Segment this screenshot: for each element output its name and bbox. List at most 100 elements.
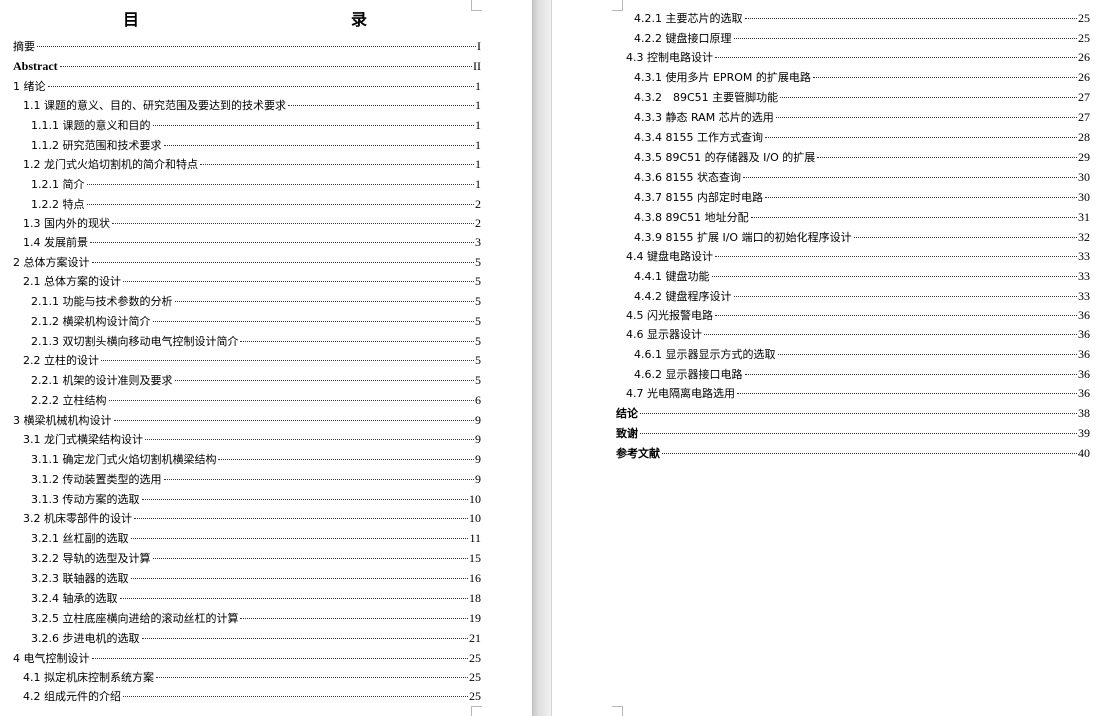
toc-entry[interactable]: 3.1 龙门式横梁结构设计 9 [13,430,481,449]
toc-entry[interactable]: 4.3 控制电路设计 26 [624,48,1090,67]
toc-entry[interactable]: 4.7 光电隔离电路选用 36 [624,384,1090,403]
toc-entry[interactable]: 4.2 组成元件的介绍 25 [13,687,481,706]
toc-entry[interactable]: 1.2.2 特点 2 [13,194,481,214]
toc-entry-page-number: 1 [475,98,481,112]
toc-entry-row: 4.2 组成元件的介绍 25 [23,687,481,706]
toc-entry-page-number: 6 [475,393,481,407]
toc-entry[interactable]: 4.3.4 8155 工作方式查询 28 [624,127,1090,147]
toc-entry-page-number: 9 [475,472,481,486]
toc-entry[interactable]: 3.1.2 传动装置类型的选用 9 [13,469,481,489]
toc-entry[interactable]: 4.3.8 89C51 地址分配 31 [624,207,1090,227]
toc-entry-row: 2.1.2 横梁机构设计简介 5 [31,311,481,332]
toc-entry[interactable]: 2.2.1 机架的设计准则及要求 5 [13,370,481,390]
toc-leader-dots [715,57,1077,58]
toc-entry[interactable]: 3.2.3 联轴器的选取 16 [13,568,481,588]
toc-entry[interactable]: 1.3 国内外的现状 2 [13,214,481,233]
toc-entry[interactable]: 2.2 立柱的设计 5 [13,351,481,370]
toc-leader-dots [86,204,474,205]
toc-entry-title: 1.4 发展前景 [23,236,88,249]
toc-entry[interactable]: 2.1.2 横梁机构设计简介 5 [13,311,481,331]
toc-entry[interactable]: 1 绪论 1 [13,76,481,96]
toc-entry-page-number: 3 [475,235,481,249]
toc-entry[interactable]: 4.4.1 键盘功能 33 [624,266,1090,286]
toc-entry[interactable]: 3.2.5 立柱底座横向进给的滚动丝杠的计算 19 [13,608,481,628]
toc-entry[interactable]: 1.1 课题的意义、目的、研究范围及要达到的技术要求 1 [13,96,481,115]
toc-entry-row: 3 横梁机械机构设计 9 [13,410,481,431]
toc-leader-dots [288,105,474,106]
toc-entry-row: 4.4.1 键盘功能 33 [634,266,1090,287]
toc-entry[interactable]: 4.3.6 8155 状态查询 30 [624,167,1090,187]
toc-entry[interactable]: 3.2 机床零部件的设计 10 [13,509,481,528]
toc-leader-dots [123,696,468,697]
toc-entry[interactable]: 2.1.1 功能与技术参数的分析 5 [13,291,481,311]
toc-entry[interactable]: 2.1.3 双切割头横向移动电气控制设计简介 5 [13,331,481,351]
toc-leader-dots [174,380,474,381]
toc-entry[interactable]: 4.3.1 使用多片 EPROM 的扩展电路 26 [624,67,1090,87]
toc-entry[interactable]: 4.6.1 显示器显示方式的选取 36 [624,344,1090,364]
toc-entry-page-number: 19 [469,611,481,625]
toc-entry-page-number: 40 [1078,446,1090,460]
toc-entry[interactable]: 1.2 龙门式火焰切割机的简介和特点 1 [13,155,481,174]
toc-entry[interactable]: 4 电气控制设计 25 [13,648,481,668]
toc-entry-page-number: 1 [475,118,481,132]
toc-entry-title: 3.2 机床零部件的设计 [23,512,132,525]
toc-entry[interactable]: 致谢 39 [616,423,1090,443]
toc-entry-title: 致谢 [616,427,638,440]
toc-entry[interactable]: 4.4 键盘电路设计 33 [624,247,1090,266]
toc-entry[interactable]: 1.4 发展前景 3 [13,233,481,252]
toc-entry[interactable]: 摘要 I [13,36,481,56]
toc-entry[interactable]: 4.6.2 显示器接口电路 36 [624,364,1090,384]
toc-entry[interactable]: 1.1.2 研究范围和技术要求 1 [13,135,481,155]
toc-entry[interactable]: 结论 38 [616,403,1090,423]
toc-entry-page-number: 5 [475,255,481,269]
toc-entry-title: 参考文献 [616,447,660,460]
toc-entry-page-number: 15 [469,551,481,565]
toc-entry[interactable]: 4.1 拟定机床控制系统方案 25 [13,668,481,687]
toc-entry[interactable]: 1.2.1 简介 1 [13,174,481,194]
toc-entry[interactable]: 3.2.2 导轨的选型及计算 15 [13,548,481,568]
toc-leader-dots [744,374,1077,375]
toc-entry[interactable]: 2.2.2 立柱结构 6 [13,390,481,410]
toc-entry[interactable]: 4.3.9 8155 扩展 I/O 端口的初始化程序设计 32 [624,227,1090,247]
toc-entry-title: 1.2.2 特点 [31,198,85,211]
toc-entry[interactable]: 4.3.3 静态 RAM 芯片的选用 27 [624,107,1090,127]
toc-entry-page-number: 5 [475,334,481,348]
toc-entry-title: 4.2 组成元件的介绍 [23,690,121,703]
toc-entry-title: 摘要 [13,40,35,53]
toc-entry[interactable]: 4.3.7 8155 内部定时电路 30 [624,187,1090,207]
toc-entry-title: 2 总体方案设计 [13,256,90,269]
toc-entry[interactable]: 3.2.4 轴承的选取 18 [13,588,481,608]
toc-entry[interactable]: 4.4.2 键盘程序设计 33 [624,286,1090,306]
toc-entry[interactable]: 4.3.2 89C51 主要管脚功能 27 [624,87,1090,107]
toc-entry[interactable]: 3.2.1 丝杠副的选取 11 [13,528,481,548]
toc-entry-row: 2.1.3 双切割头横向移动电气控制设计简介 5 [31,331,481,352]
document-page-left: 目 录 摘要 I Abstract II 1 绪论 1 1.1 课题的意义、目的、研究范围及… [0,0,532,716]
toc-entry-title: 3.1.1 确定龙门式火焰切割机横梁结构 [31,453,217,466]
toc-entry-page-number: 38 [1078,406,1090,420]
toc-entry[interactable]: 1.1.1 课题的意义和目的 1 [13,115,481,135]
toc-entry-title: 4.4 键盘电路设计 [626,250,713,263]
toc-entry-row: 4.6.2 显示器接口电路 36 [634,364,1090,385]
toc-entry[interactable]: 3.1.1 确定龙门式火焰切割机横梁结构 9 [13,449,481,469]
toc-entry[interactable]: 4.6 显示器设计 36 [624,325,1090,344]
toc-entry-row: 4.3.4 8155 工作方式查询 28 [634,127,1090,148]
toc-entry[interactable]: 参考文献 40 [616,443,1090,463]
toc-entry-title: 3 横梁机械机构设计 [13,414,112,427]
toc-leader-dots [764,197,1077,198]
toc-entry[interactable]: 4.2.2 键盘接口原理 25 [624,28,1090,48]
toc-entry[interactable]: 3.2.6 步进电机的选取 21 [13,628,481,648]
toc-entry[interactable]: 4.2.1 主要芯片的选取 25 [624,8,1090,28]
toc-title: 目 录 [122,10,427,29]
toc-entry[interactable]: 2.1 总体方案的设计 5 [13,272,481,291]
toc-entry[interactable]: 3.1.3 传动方案的选取 10 [13,489,481,509]
toc-entry[interactable]: 4.5 闪光报警电路 36 [624,306,1090,325]
toc-entry-page-number: II [473,59,481,73]
toc-entry[interactable]: Abstract II [13,56,481,76]
toc-entry[interactable]: 4.3.5 89C51 的存储器及 I/O 的扩展 29 [624,147,1090,167]
toc-entry-title: 4.3 控制电路设计 [626,51,713,64]
toc-entry-title: 4.3.5 89C51 的存储器及 I/O 的扩展 [634,151,816,164]
toc-entry[interactable]: 2 总体方案设计 5 [13,252,481,272]
toc-leader-dots [812,77,1077,78]
toc-entry[interactable]: 3 横梁机械机构设计 9 [13,410,481,430]
toc-entry-row: 4.3.9 8155 扩展 I/O 端口的初始化程序设计 32 [634,227,1090,248]
